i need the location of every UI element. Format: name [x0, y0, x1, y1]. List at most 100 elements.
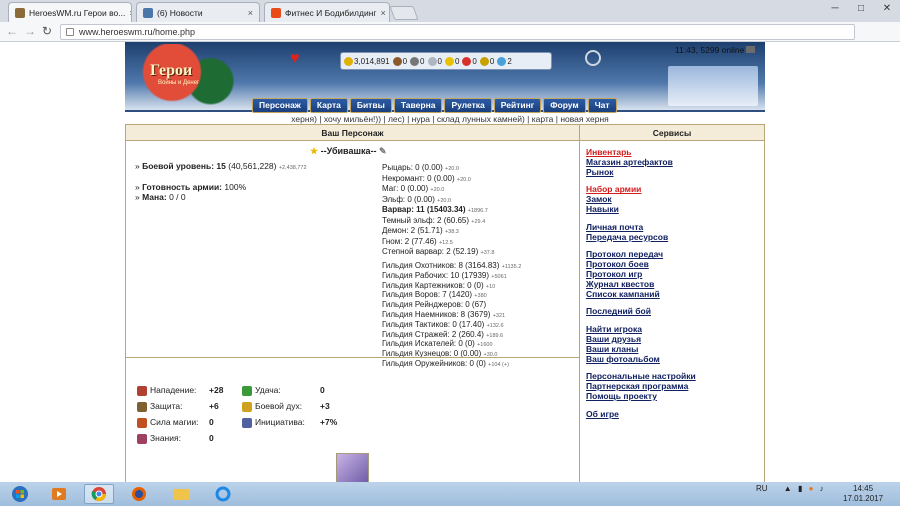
explorer-taskbar-icon[interactable] [166, 484, 196, 504]
premium-star-icon: ★ [310, 146, 319, 156]
ie-taskbar-icon[interactable] [208, 484, 238, 504]
service-link[interactable]: Личная почта [586, 222, 643, 232]
nav-item[interactable]: Карта [309, 98, 348, 113]
system-tray: RU ▲ ▮ ● ♪ [756, 484, 824, 494]
service-link[interactable]: Последний бой [586, 306, 651, 316]
gold-icon [344, 56, 353, 66]
internet-explorer-icon [215, 486, 231, 502]
faction-text: Степной варвар: 2 (52.19) [382, 247, 479, 256]
faction-row: Демон: 2 (51.71) +38.3 [382, 226, 459, 237]
tab-heroeswm[interactable]: HeroesWM.ru Герои во... × [8, 2, 132, 22]
attribute-row: Боевой дух: +3 [242, 401, 342, 412]
firefox-taskbar-icon[interactable] [124, 484, 154, 504]
nav-item[interactable]: Битвы [349, 98, 392, 113]
app-tray-icon[interactable]: ● [809, 484, 814, 493]
service-link[interactable]: Инвентарь [586, 147, 632, 157]
attribute-label: Сила магии: [150, 417, 199, 427]
services-panel-title: Сервисы [580, 125, 764, 141]
service-link[interactable]: Протокол передач [586, 249, 663, 259]
faction-text: Некромант: 0 (0.00) [382, 173, 455, 183]
service-link[interactable]: Об игре [586, 409, 619, 419]
service-link[interactable]: Список кампаний [586, 289, 660, 299]
clock-time: 14:45 [853, 484, 874, 493]
morale-icon [242, 401, 252, 412]
character-portrait[interactable] [336, 453, 369, 482]
attribute-value: +7% [320, 417, 338, 427]
clock[interactable]: 14:45 17.01.2017 [843, 484, 883, 504]
initiative-icon [242, 417, 252, 428]
service-link[interactable]: Ваш фотоальбом [586, 354, 660, 364]
attribute-value: 0 [320, 385, 325, 395]
combat-level: » Боевой уровень: 15 (40,561,228) +2,438… [135, 161, 307, 171]
service-link[interactable]: Журнал квестов [586, 279, 654, 289]
back-icon[interactable]: ← [6, 25, 18, 38]
service-link[interactable]: Партнерская программа [586, 381, 688, 391]
service-link[interactable]: Набор армии [586, 184, 641, 194]
chrome-taskbar-icon[interactable] [84, 484, 114, 504]
service-link[interactable]: Передача ресурсов [586, 232, 668, 242]
service-link[interactable]: Замок [586, 194, 612, 204]
nav-item[interactable]: Чат [587, 98, 617, 113]
tab-vk-news[interactable]: (6) Новости × [136, 2, 260, 22]
service-link[interactable]: Магазин артефактов [586, 157, 673, 167]
faction-row: Варвар: 11 (15403.34) +1896.7 [382, 205, 488, 216]
online-text: 11:43, 5299 online [675, 45, 745, 55]
sub-navigation-links[interactable]: херня) | хочу мильён!)) | лес) | нура | … [0, 114, 900, 124]
service-link[interactable]: Навыки [586, 204, 619, 214]
tab-fitness[interactable]: Фитнес И Бодибилдинг × [264, 2, 390, 22]
nav-item[interactable]: Персонаж [252, 98, 308, 113]
nav-item[interactable]: Рулетка [444, 98, 492, 113]
service-link[interactable]: Помощь проекту [586, 391, 657, 401]
close-window-icon[interactable]: ✕ [874, 0, 900, 18]
faction-row: Степной варвар: 2 (52.19) +37.8 [382, 247, 494, 258]
service-link[interactable]: Рынок [586, 167, 614, 177]
resource-item: 0 [444, 56, 459, 66]
minimize-icon[interactable]: ─ [822, 0, 848, 18]
logo-subtitle: Войны и Денег [158, 80, 200, 86]
attribute-row: Нападение: +28 [137, 385, 237, 396]
faction-add: +37.8 [480, 250, 495, 256]
army-readiness-value: 100% [224, 182, 247, 192]
guild-text: Гильдия Оружейников: 0 (0) [382, 359, 486, 368]
service-link[interactable]: Протокол игр [586, 269, 642, 279]
character-panel: Ваш Персонаж ★ --Убивашка-- ✎ » Боевой у… [125, 124, 580, 482]
mana-label: Мана: [142, 192, 167, 202]
resource-item: 0 [427, 56, 442, 66]
close-tab-icon[interactable]: × [244, 8, 253, 18]
close-tab-icon[interactable]: × [125, 8, 131, 18]
guild-text: Гильдия Рабочих: 10 (17939) [382, 270, 490, 280]
services-panel: Сервисы Инвентарь Магазин артефактов Рынок… [580, 124, 765, 482]
language-indicator[interactable]: RU [756, 484, 768, 493]
new-tab-button[interactable] [389, 6, 419, 20]
edit-feather-icon[interactable]: ✎ [379, 146, 387, 156]
close-tab-icon[interactable]: × [377, 8, 386, 18]
service-link[interactable]: Протокол боев [586, 259, 649, 269]
maximize-icon[interactable]: □ [848, 0, 874, 18]
network-icon[interactable]: ▮ [798, 484, 802, 493]
service-link[interactable]: Ваши друзья [586, 334, 641, 344]
nav-item[interactable]: Рейтинг [493, 98, 542, 113]
faction-text: Гном: 2 (77.46) [382, 236, 437, 246]
page-info-icon[interactable] [66, 28, 74, 36]
media-player-taskbar-icon[interactable] [44, 484, 74, 504]
address-bar[interactable]: www.heroeswm.ru/home.php ★ [60, 24, 855, 40]
attribute-row: Защита: +6 [137, 401, 237, 412]
service-link[interactable]: Персональные настройки [586, 371, 696, 381]
start-button[interactable] [2, 484, 38, 504]
service-link[interactable]: Ваши кланы [586, 344, 638, 354]
nav-item[interactable]: Таверна [393, 98, 443, 113]
character-name-text: --Убивашка-- [320, 146, 377, 156]
volume-icon[interactable]: ♪ [820, 484, 824, 493]
clock-date: 17.01.2017 [843, 494, 884, 503]
tab-label: Фитнес И Бодибилдинг [285, 7, 377, 18]
guild-text: Гильдия Воров: 7 (1420) [382, 290, 473, 300]
forward-icon[interactable]: → [24, 25, 36, 38]
reload-icon[interactable]: ↻ [42, 25, 52, 38]
tray-arrow-icon[interactable]: ▲ [784, 484, 792, 493]
guild-text: Гильдия Наемников: 8 (3679) [382, 310, 491, 319]
magic-icon [137, 417, 147, 428]
service-link[interactable]: Найти игрока [586, 324, 642, 334]
mercury-icon [427, 56, 437, 66]
character-name[interactable]: ★ --Убивашка-- ✎ [310, 146, 387, 157]
nav-item[interactable]: Форум [543, 98, 586, 113]
